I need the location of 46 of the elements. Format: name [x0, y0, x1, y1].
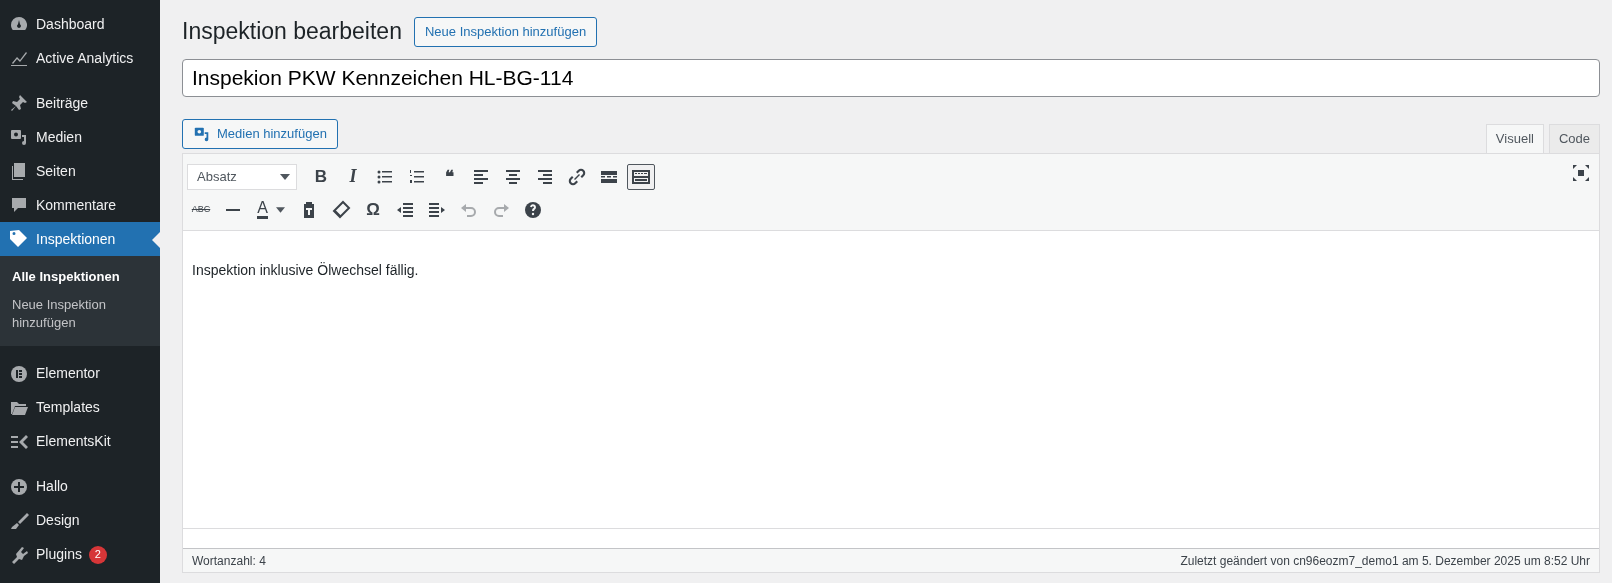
editor-tab[interactable]: Visuell: [1485, 124, 1544, 153]
format-button[interactable]: Ω: [359, 196, 387, 223]
add-media-button[interactable]: Medien hinzufügen: [182, 119, 338, 149]
title-field[interactable]: Inspekion PKW Kennzeichen HL-BG-114: [182, 59, 1600, 97]
sidebar-item[interactable]: Beiträge: [0, 86, 160, 120]
submenu-item[interactable]: Neue Inspektion hinzufügen: [0, 291, 150, 338]
format-button[interactable]: B: [307, 163, 335, 190]
help-icon: [523, 199, 543, 220]
caret-icon: [280, 173, 290, 180]
sidebar-item[interactable]: Active Analytics: [0, 41, 160, 75]
text-color-button[interactable]: A: [251, 196, 291, 223]
editor-tab[interactable]: Code: [1548, 124, 1600, 153]
sidebar-item[interactable]: Templates: [0, 390, 160, 425]
sidebar-item[interactable]: Elementor: [0, 356, 160, 391]
format-button[interactable]: ❝: [435, 163, 463, 190]
sidebar-item[interactable]: Design: [0, 503, 160, 538]
sidebar-item[interactable]: Seiten: [0, 154, 160, 188]
link-icon: [567, 166, 587, 187]
caret-icon: [275, 206, 285, 213]
media-icon: [193, 125, 211, 143]
count-badge: 2: [88, 545, 107, 564]
elementor-circle-icon: [9, 363, 29, 384]
sidebar-item[interactable]: Inspektionen: [0, 222, 160, 256]
pin-icon: [9, 93, 29, 113]
sidebar-item[interactable]: Dashboard: [0, 7, 160, 41]
sidebar-item[interactable]: Medien: [0, 120, 160, 154]
sidebar-item[interactable]: ElementsKit: [0, 424, 160, 459]
sidebar-item[interactable]: Kommentare: [0, 188, 160, 222]
plus-circle-icon: [9, 476, 29, 497]
format-button[interactable]: ABC: [187, 196, 215, 223]
format-select[interactable]: Absatz: [187, 163, 297, 190]
last-edited-text: Zuletzt geändert von cn96eozm7_demo1 am 5. Dezember 2025 um 8:52 Uhr: [1180, 552, 1590, 570]
submenu-item[interactable]: Alle Inspektionen: [0, 263, 150, 292]
media-icon: [9, 127, 29, 147]
tag-icon: [9, 229, 29, 249]
brush-icon: [9, 510, 29, 531]
sidebar-item[interactable]: Hallo: [0, 469, 160, 504]
format-button[interactable]: I: [339, 163, 367, 190]
word-count: Wortanzahl: 4: [192, 552, 266, 570]
keyboard-button[interactable]: [627, 163, 655, 190]
horizontal-line-icon: [226, 208, 240, 211]
sidebar-item[interactable]: Plugins 2: [0, 537, 160, 572]
comment-bubble-icon: [9, 195, 29, 215]
page-title: Inspektion bearbeiten: [182, 18, 402, 46]
editor-content[interactable]: Inspektion inklusive Ölwechsel fällig.: [192, 260, 419, 281]
add-new-button[interactable]: Neue Inspektion hinzufügen: [413, 17, 598, 47]
